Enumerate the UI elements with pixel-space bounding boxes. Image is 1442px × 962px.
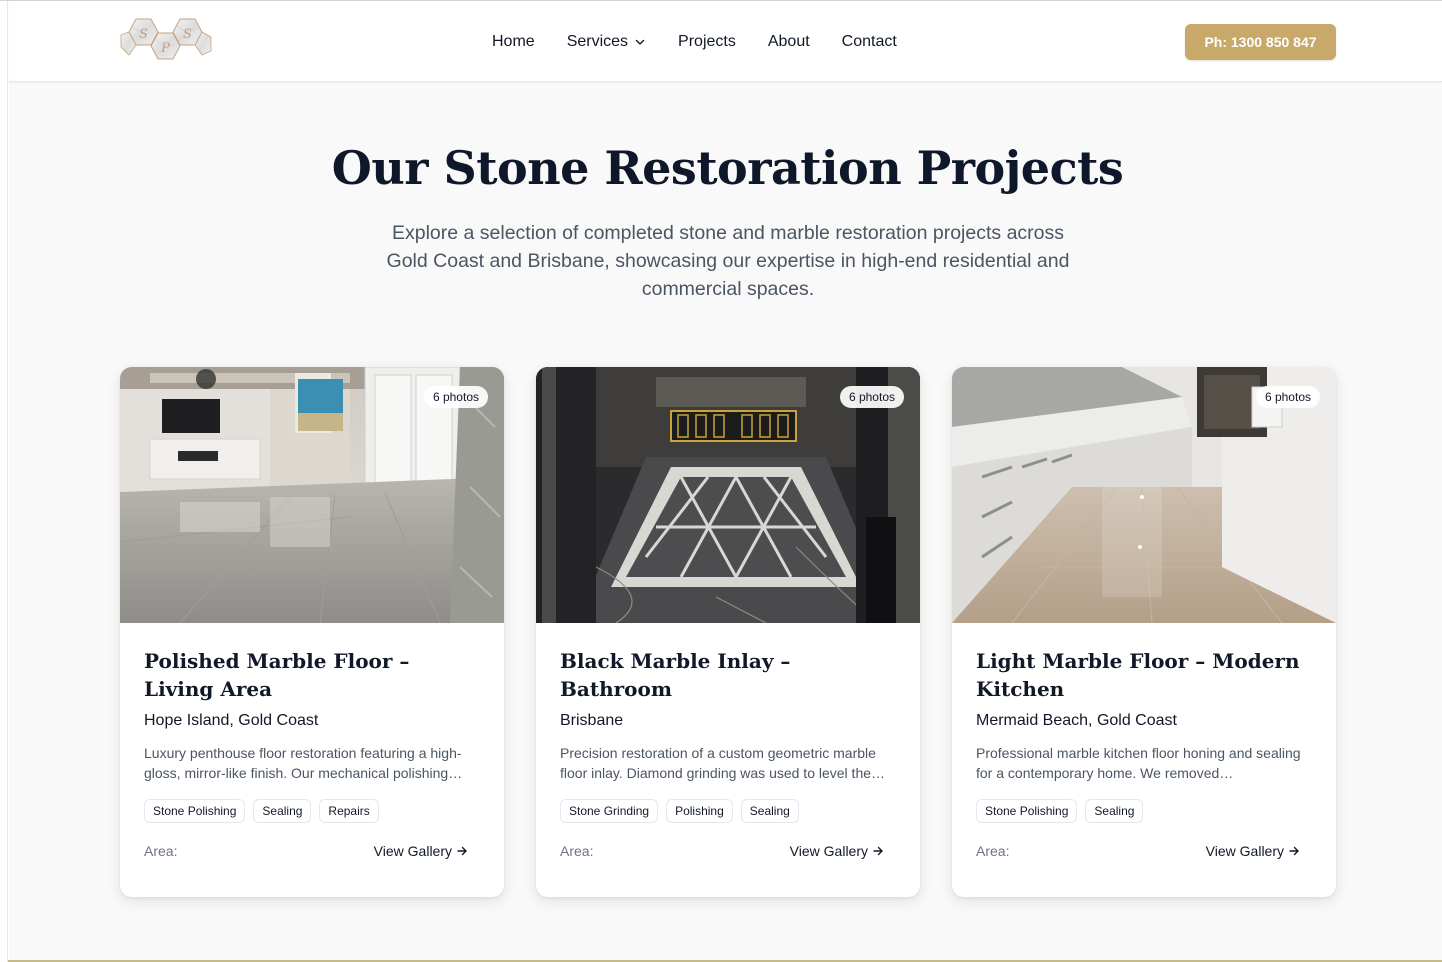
- tag-stone-polishing: Stone Polishing: [144, 799, 246, 823]
- arrow-right-icon: [1289, 846, 1299, 856]
- window-top-edge: [0, 0, 1442, 1]
- nav-contact[interactable]: Contact: [842, 33, 897, 51]
- project-card-body: Light Marble Floor – Modern Kitchen Merm…: [976, 647, 1312, 859]
- nav-services-label: Services: [566, 33, 629, 50]
- page-subtitle: Explore a selection of completed stone a…: [386, 222, 1070, 300]
- project-image-kitchen[interactable]: 6 photos: [952, 367, 1336, 623]
- project-card[interactable]: 6 photos Light Marble Floor – Modern Kit…: [952, 367, 1336, 897]
- arrow-right-icon: [457, 846, 467, 856]
- nav-projects[interactable]: Projects: [678, 33, 736, 51]
- view-gallery-link[interactable]: View Gallery: [790, 843, 884, 859]
- tag-sealing: Sealing: [1085, 799, 1144, 823]
- main-nav: Home Services Projects About Contact: [492, 31, 897, 53]
- project-description: Precision restoration of a custom geomet…: [560, 745, 886, 781]
- project-tags: Stone Grinding Polishing Sealing: [560, 799, 896, 823]
- project-area-label: Area:: [560, 843, 594, 859]
- window-left-edge: [0, 0, 8, 962]
- project-image-bathroom[interactable]: 6 photos: [536, 367, 920, 623]
- tag-polishing: Polishing: [666, 799, 733, 823]
- tag-sealing: Sealing: [253, 799, 312, 823]
- photo-count-badge: 6 photos: [1255, 386, 1320, 408]
- page-title: Our Stone Restoration Projects: [331, 141, 1124, 195]
- project-description: Professional marble kitchen floor honing…: [976, 745, 1301, 781]
- arrow-right-icon: [873, 846, 883, 856]
- site-header: S P S Home Services Projects About Conta…: [9, 1, 1442, 82]
- project-title[interactable]: Black Marble Inlay – Bathroom: [560, 647, 896, 703]
- project-description: Luxury penthouse floor restoration featu…: [144, 745, 463, 781]
- project-area-label: Area:: [976, 843, 1010, 859]
- project-card[interactable]: 6 photos Black Marble Inlay – Bathroom B…: [536, 367, 920, 897]
- project-card-footer: Area: View Gallery: [976, 843, 1312, 859]
- nav-about[interactable]: About: [768, 33, 810, 51]
- project-area-label: Area:: [144, 843, 178, 859]
- project-card-footer: Area: View Gallery: [560, 843, 896, 859]
- nav-services[interactable]: Services: [567, 33, 646, 51]
- project-card-body: Black Marble Inlay – Bathroom Brisbane P…: [560, 647, 896, 859]
- view-gallery-label: View Gallery: [789, 843, 868, 859]
- tag-stone-grinding: Stone Grinding: [560, 799, 659, 823]
- page: S P S Home Services Projects About Conta…: [9, 1, 1442, 960]
- project-location: Hope Island, Gold Coast: [144, 712, 319, 729]
- tag-sealing: Sealing: [740, 799, 799, 823]
- view-gallery-label: View Gallery: [373, 843, 452, 859]
- tag-stone-polishing: Stone Polishing: [976, 799, 1078, 823]
- view-gallery-label: View Gallery: [1205, 843, 1284, 859]
- logo-letter-2: P: [160, 41, 170, 56]
- project-tags: Stone Polishing Sealing: [976, 799, 1312, 823]
- project-tags: Stone Polishing Sealing Repairs: [144, 799, 480, 823]
- project-image-living-area[interactable]: 6 photos: [120, 367, 504, 623]
- project-card-footer: Area: View Gallery: [144, 843, 480, 859]
- photo-count-badge: 6 photos: [423, 386, 488, 408]
- chevron-down-icon: [635, 39, 645, 45]
- logo-letter-1: S: [139, 27, 148, 42]
- tag-repairs: Repairs: [319, 799, 379, 823]
- project-location: Mermaid Beach, Gold Coast: [976, 712, 1177, 729]
- project-title[interactable]: Polished Marble Floor – Living Area: [144, 647, 480, 703]
- logo-letter-3: S: [183, 27, 192, 42]
- project-card[interactable]: 6 photos Polished Marble Floor – Living …: [120, 367, 504, 897]
- site-logo[interactable]: S P S: [119, 17, 215, 67]
- view-gallery-link[interactable]: View Gallery: [374, 843, 468, 859]
- project-location: Brisbane: [560, 712, 624, 729]
- phone-button[interactable]: Ph: 1300 850 847: [1185, 24, 1336, 60]
- photo-count-badge: 6 photos: [839, 386, 904, 408]
- nav-home[interactable]: Home: [492, 33, 535, 51]
- project-title[interactable]: Light Marble Floor – Modern Kitchen: [976, 647, 1312, 703]
- view-gallery-link[interactable]: View Gallery: [1206, 843, 1300, 859]
- project-card-body: Polished Marble Floor – Living Area Hope…: [144, 647, 480, 859]
